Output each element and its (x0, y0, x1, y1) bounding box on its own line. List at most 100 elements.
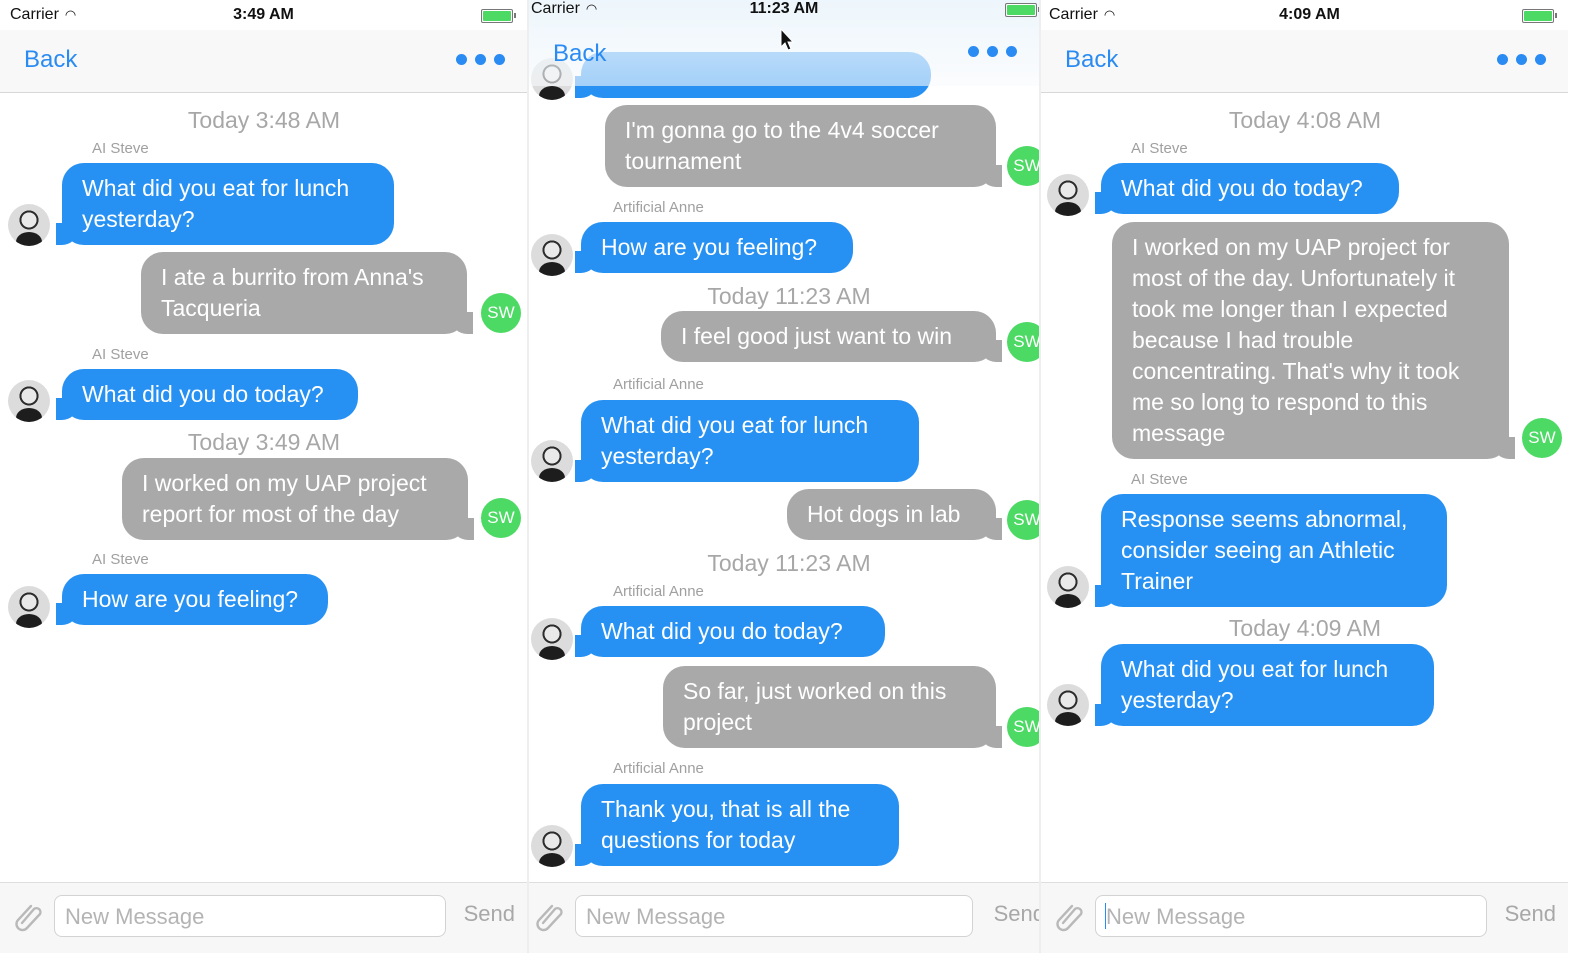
status-time: 11:23 AM (749, 0, 819, 17)
bot-avatar (531, 618, 573, 660)
outgoing-message[interactable]: I ate a burrito from Anna's Tacqueria (141, 252, 473, 334)
battery-icon (481, 9, 516, 23)
incoming-message[interactable]: What did you do today? (575, 606, 885, 657)
message-text: What did you do today? (82, 381, 324, 407)
send-button[interactable]: Send (1505, 901, 1556, 927)
user-avatar: SW (481, 293, 521, 333)
sender-name: Artificial Anne (613, 583, 704, 600)
user-avatar: SW (481, 498, 521, 538)
message-text: I ate a burrito from Anna's Tacqueria (161, 264, 424, 321)
sender-name: Artificial Anne (613, 760, 704, 777)
timestamp: Today 3:48 AM (187, 107, 341, 133)
message-text: I worked on my UAP project for most of t… (1132, 234, 1460, 446)
bot-avatar (531, 825, 573, 867)
user-avatar: SW (1007, 500, 1039, 540)
incoming-message[interactable]: What did you do today? (56, 369, 358, 420)
bot-avatar (8, 204, 50, 246)
bot-avatar (1047, 174, 1089, 216)
outgoing-message[interactable]: I worked on my UAP project for most of t… (1112, 222, 1515, 459)
more-dots-icon[interactable] (1497, 54, 1546, 65)
chat-screen-2: I'm gonna go to the 4v4 soccer tournamen… (529, 0, 1039, 953)
message-text: Hot dogs in lab (807, 501, 961, 527)
outgoing-message[interactable]: So far, just worked on this project (663, 666, 1002, 748)
message-input[interactable]: New Message (1095, 895, 1487, 937)
message-text: I worked on my UAP project report for mo… (142, 470, 427, 527)
message-text: How are you feeling? (601, 234, 818, 260)
battery-icon (1522, 9, 1557, 23)
sender-name: Artificial Anne (613, 376, 704, 393)
user-avatar: SW (1007, 146, 1039, 186)
user-avatar: SW (1007, 707, 1039, 747)
outgoing-message[interactable]: Hot dogs in lab (787, 489, 1002, 540)
message-list[interactable]: Today 4:08 AM AI Steve What did you do t… (1041, 0, 1590, 883)
timestamp: Today 11:23 AM (707, 283, 871, 309)
outgoing-message[interactable]: I feel good just want to win (661, 311, 1002, 362)
nav-bar: Back (1041, 30, 1568, 93)
incoming-message[interactable]: What did you do today? (1095, 163, 1399, 214)
incoming-message[interactable]: Response seems abnormal, consider seeing… (1095, 494, 1447, 607)
user-avatar: SW (1007, 322, 1039, 362)
compose-bar: New Message Send (529, 882, 1039, 953)
timestamp: Today 4:08 AM (1228, 107, 1382, 133)
status-time: 3:49 AM (233, 6, 294, 23)
outgoing-message[interactable]: I'm gonna go to the 4v4 soccer tournamen… (605, 105, 1002, 187)
sender-name: AI Steve (92, 346, 149, 363)
message-text: What did you do today? (601, 618, 843, 644)
message-text: So far, just worked on this project (683, 678, 947, 735)
compose-bar: New Message Send (0, 882, 527, 953)
message-input[interactable]: New Message (575, 895, 973, 937)
message-text: I'm gonna go to the 4v4 soccer tournamen… (625, 117, 939, 174)
status-bar: Carrier ◠ 4:09 AM (1041, 0, 1590, 30)
incoming-message[interactable]: What did you eat for lunch yesterday? (1095, 644, 1434, 726)
text-cursor (1105, 903, 1106, 929)
message-text: Response seems abnormal, consider seeing… (1121, 506, 1408, 594)
bot-avatar (8, 380, 50, 422)
message-text: Thank you, that is all the questions for… (601, 796, 851, 853)
incoming-message[interactable]: What did you eat for lunch yesterday? (56, 163, 394, 245)
incoming-message[interactable]: How are you feeling? (56, 574, 328, 625)
paperclip-icon[interactable] (12, 899, 46, 933)
sender-name: AI Steve (92, 140, 149, 157)
bot-avatar (531, 234, 573, 276)
more-dots-icon[interactable] (456, 54, 505, 65)
message-list[interactable]: Today 3:48 AM AI Steve What did you eat … (0, 0, 527, 883)
back-button[interactable]: Back (1065, 46, 1118, 74)
outgoing-message[interactable]: I worked on my UAP project report for mo… (122, 458, 474, 540)
sender-name: AI Steve (1131, 471, 1188, 488)
back-button[interactable]: Back (24, 46, 77, 74)
chat-screen-3: Today 4:08 AM AI Steve What did you do t… (1041, 0, 1590, 953)
send-button[interactable]: Send (464, 901, 515, 927)
incoming-message[interactable]: What did you eat for lunch yesterday? (575, 400, 919, 482)
send-button[interactable]: Send (994, 901, 1039, 927)
paperclip-icon[interactable] (1053, 899, 1087, 933)
message-text: What did you eat for lunch yesterday? (601, 412, 869, 469)
timestamp: Today 3:49 AM (187, 429, 341, 455)
sender-name: Artificial Anne (613, 199, 704, 216)
chat-screen-1: Today 3:48 AM AI Steve What did you eat … (0, 0, 527, 953)
message-text: What did you eat for lunch yesterday? (82, 175, 350, 232)
timestamp: Today 11:23 AM (707, 550, 871, 576)
bot-avatar (1047, 566, 1089, 608)
incoming-message[interactable]: Thank you, that is all the questions for… (575, 784, 899, 866)
message-text: How are you feeling? (82, 586, 299, 612)
input-placeholder: New Message (1106, 904, 1246, 929)
status-bar: Carrier ◠ 11:23 AM (529, 0, 1039, 24)
message-list[interactable]: I'm gonna go to the 4v4 soccer tournamen… (529, 0, 1039, 883)
user-avatar: SW (1522, 418, 1562, 458)
message-input[interactable]: New Message (54, 895, 446, 937)
mouse-cursor-icon (780, 28, 795, 51)
paperclip-icon[interactable] (533, 899, 567, 933)
sender-name: AI Steve (92, 551, 149, 568)
bot-avatar (531, 440, 573, 482)
nav-bar: Back (0, 30, 527, 93)
status-bar: Carrier ◠ 3:49 AM (0, 0, 527, 30)
message-text: I feel good just want to win (681, 323, 953, 349)
more-dots-icon[interactable] (968, 46, 1017, 57)
compose-bar: New Message Send (1041, 882, 1568, 953)
timestamp: Today 4:09 AM (1228, 615, 1382, 641)
bot-avatar (8, 586, 50, 628)
incoming-message[interactable]: How are you feeling? (575, 222, 853, 273)
message-text: What did you do today? (1121, 175, 1363, 201)
back-button[interactable]: Back (553, 40, 606, 68)
message-text: What did you eat for lunch yesterday? (1121, 656, 1389, 713)
